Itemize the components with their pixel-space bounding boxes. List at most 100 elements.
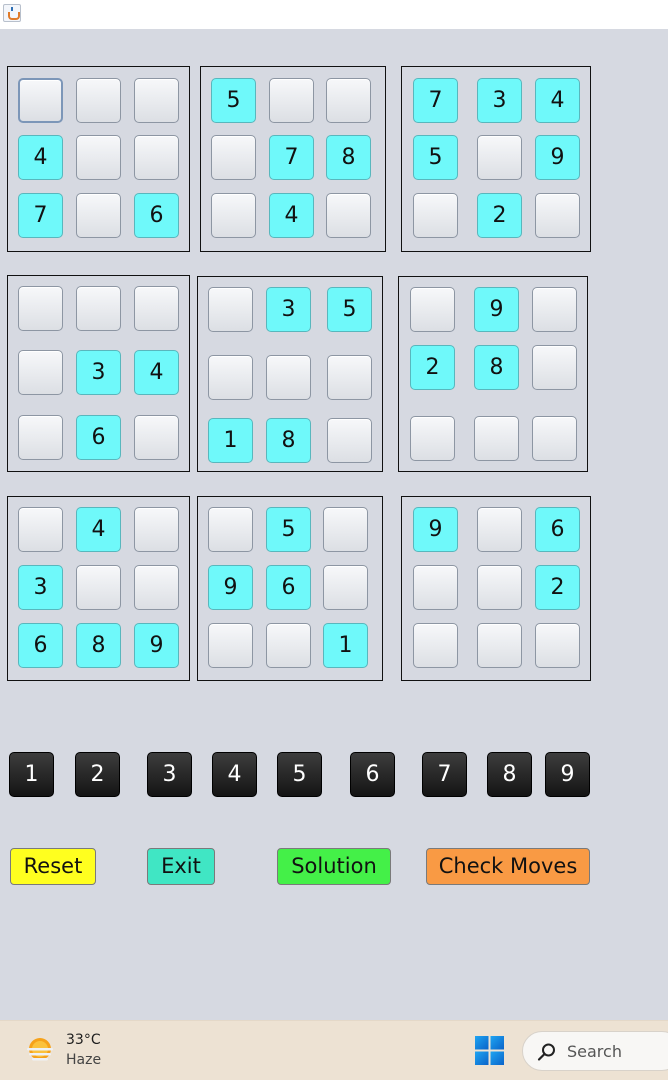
sudoku-cell[interactable]: 6 [266,565,311,610]
sudoku-cell[interactable]: 6 [535,507,580,552]
weather-condition-label: Haze [66,1052,102,1068]
number-key-8[interactable]: 8 [487,752,532,797]
sudoku-cell[interactable] [532,416,577,461]
sudoku-cell[interactable] [18,507,63,552]
number-key-1[interactable]: 1 [9,752,54,797]
sudoku-cell[interactable] [535,623,580,668]
sudoku-cell[interactable] [134,135,179,180]
sudoku-cell[interactable] [134,286,179,331]
sudoku-cell[interactable]: 3 [477,78,522,123]
haze-sun-icon[interactable] [25,1036,55,1064]
search-icon [537,1043,555,1061]
sudoku-cell[interactable]: 9 [535,135,580,180]
sudoku-cell[interactable] [477,135,522,180]
sudoku-cell[interactable] [410,287,455,332]
sudoku-cell[interactable]: 5 [211,78,256,123]
sudoku-cell[interactable]: 7 [269,135,314,180]
sudoku-cell[interactable] [413,623,458,668]
sudoku-cell[interactable] [266,355,311,400]
reset-button[interactable]: Reset [10,848,96,885]
sudoku-cell[interactable] [208,623,253,668]
sudoku-cell[interactable]: 2 [477,193,522,238]
sudoku-cell[interactable] [18,286,63,331]
sudoku-cell[interactable] [76,565,121,610]
number-key-7[interactable]: 7 [422,752,467,797]
sudoku-cell[interactable]: 4 [134,350,179,395]
sudoku-cell[interactable]: 8 [76,623,121,668]
sudoku-cell[interactable] [477,565,522,610]
windows-start-icon[interactable] [475,1036,504,1065]
sudoku-cell[interactable]: 9 [413,507,458,552]
sudoku-cell[interactable] [18,415,63,460]
java-cup-icon[interactable] [3,4,21,22]
sudoku-cell[interactable] [410,416,455,461]
sudoku-cell[interactable]: 5 [266,507,311,552]
sudoku-cell[interactable]: 9 [134,623,179,668]
sudoku-cell[interactable] [326,193,371,238]
sudoku-cell[interactable] [413,565,458,610]
sudoku-cell[interactable] [323,507,368,552]
number-key-3[interactable]: 3 [147,752,192,797]
sudoku-cell[interactable] [208,507,253,552]
sudoku-cell[interactable]: 6 [134,193,179,238]
sudoku-cell[interactable]: 1 [323,623,368,668]
number-key-2[interactable]: 2 [75,752,120,797]
sudoku-cell[interactable] [532,345,577,390]
sudoku-cell[interactable]: 4 [269,193,314,238]
sudoku-cell[interactable] [266,623,311,668]
sudoku-cell[interactable] [211,135,256,180]
number-key-6[interactable]: 6 [350,752,395,797]
sudoku-cell[interactable]: 4 [535,78,580,123]
sudoku-cell[interactable] [413,193,458,238]
sudoku-cell[interactable]: 6 [76,415,121,460]
sudoku-cell[interactable] [532,287,577,332]
sudoku-cell[interactable] [134,565,179,610]
sudoku-cell[interactable] [269,78,314,123]
sudoku-cell[interactable]: 9 [208,565,253,610]
sudoku-cell[interactable] [326,78,371,123]
sudoku-cell[interactable]: 7 [18,193,63,238]
sudoku-cell[interactable]: 5 [327,287,372,332]
sudoku-cell[interactable]: 8 [266,418,311,463]
sudoku-cell[interactable] [208,287,253,332]
sudoku-cell[interactable]: 7 [413,78,458,123]
number-key-9[interactable]: 9 [545,752,590,797]
sudoku-cell[interactable] [474,416,519,461]
sudoku-cell[interactable] [76,78,121,123]
taskbar-search-box[interactable]: Search [522,1031,668,1071]
sudoku-cell[interactable]: 2 [410,345,455,390]
check-moves-button[interactable]: Check Moves [426,848,590,885]
sudoku-cell[interactable] [327,418,372,463]
sudoku-cell[interactable]: 2 [535,565,580,610]
sudoku-cell[interactable]: 9 [474,287,519,332]
sudoku-cell[interactable] [134,507,179,552]
sudoku-cell[interactable]: 3 [76,350,121,395]
sudoku-cell[interactable] [18,350,63,395]
sudoku-cell[interactable] [208,355,253,400]
sudoku-cell[interactable]: 5 [413,135,458,180]
sudoku-cell[interactable]: 1 [208,418,253,463]
sudoku-cell[interactable] [477,623,522,668]
sudoku-cell[interactable] [323,565,368,610]
sudoku-cell[interactable] [76,286,121,331]
sudoku-cell[interactable]: 4 [76,507,121,552]
sudoku-cell[interactable] [134,78,179,123]
sudoku-cell[interactable]: 6 [18,623,63,668]
sudoku-cell[interactable] [535,193,580,238]
solution-button[interactable]: Solution [277,848,391,885]
sudoku-cell[interactable]: 8 [326,135,371,180]
number-key-4[interactable]: 4 [212,752,257,797]
number-key-5[interactable]: 5 [277,752,322,797]
sudoku-cell[interactable]: 3 [266,287,311,332]
sudoku-cell[interactable] [134,415,179,460]
sudoku-cell[interactable] [477,507,522,552]
sudoku-cell[interactable] [211,193,256,238]
sudoku-cell[interactable]: 8 [474,345,519,390]
sudoku-cell[interactable] [76,193,121,238]
sudoku-cell[interactable] [327,355,372,400]
sudoku-cell[interactable] [76,135,121,180]
sudoku-cell[interactable]: 3 [18,565,63,610]
exit-button[interactable]: Exit [147,848,215,885]
sudoku-cell[interactable]: 4 [18,135,63,180]
sudoku-cell[interactable] [18,78,63,123]
